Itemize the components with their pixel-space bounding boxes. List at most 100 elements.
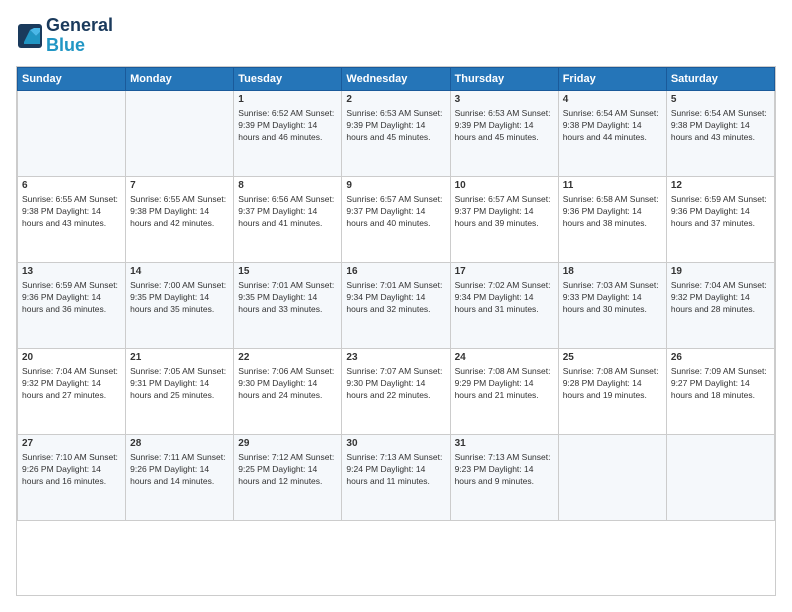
day-info: Sunrise: 7:06 AM Sunset: 9:30 PM Dayligh…: [238, 365, 337, 402]
day-cell: 27 Sunrise: 7:10 AM Sunset: 9:26 PM Dayli…: [18, 434, 126, 520]
day-cell: 7 Sunrise: 6:55 AM Sunset: 9:38 PM Daylig…: [126, 176, 234, 262]
day-number: 3: [455, 94, 554, 105]
day-number: 19: [671, 266, 770, 277]
day-number: 1: [238, 94, 337, 105]
day-number: 27: [22, 438, 121, 449]
day-number: 22: [238, 352, 337, 363]
day-info: Sunrise: 7:11 AM Sunset: 9:26 PM Dayligh…: [130, 451, 229, 488]
day-cell: 17 Sunrise: 7:02 AM Sunset: 9:34 PM Dayli…: [450, 262, 558, 348]
day-number: 9: [346, 180, 445, 191]
weekday-header-monday: Monday: [126, 67, 234, 90]
day-info: Sunrise: 7:01 AM Sunset: 9:35 PM Dayligh…: [238, 279, 337, 316]
day-number: 26: [671, 352, 770, 363]
day-info: Sunrise: 6:54 AM Sunset: 9:38 PM Dayligh…: [671, 107, 770, 144]
day-cell: 20 Sunrise: 7:04 AM Sunset: 9:32 PM Dayli…: [18, 348, 126, 434]
day-info: Sunrise: 6:58 AM Sunset: 9:36 PM Dayligh…: [563, 193, 662, 230]
week-row-2: 6 Sunrise: 6:55 AM Sunset: 9:38 PM Daylig…: [18, 176, 775, 262]
day-cell: 6 Sunrise: 6:55 AM Sunset: 9:38 PM Daylig…: [18, 176, 126, 262]
day-number: 15: [238, 266, 337, 277]
day-info: Sunrise: 6:55 AM Sunset: 9:38 PM Dayligh…: [22, 193, 121, 230]
day-cell: 12 Sunrise: 6:59 AM Sunset: 9:36 PM Dayli…: [666, 176, 774, 262]
day-cell: [558, 434, 666, 520]
day-info: Sunrise: 7:08 AM Sunset: 9:28 PM Dayligh…: [563, 365, 662, 402]
day-info: Sunrise: 7:08 AM Sunset: 9:29 PM Dayligh…: [455, 365, 554, 402]
header: General Blue: [16, 16, 776, 56]
day-number: 11: [563, 180, 662, 191]
day-info: Sunrise: 7:03 AM Sunset: 9:33 PM Dayligh…: [563, 279, 662, 316]
day-cell: 24 Sunrise: 7:08 AM Sunset: 9:29 PM Dayli…: [450, 348, 558, 434]
day-cell: 28 Sunrise: 7:11 AM Sunset: 9:26 PM Dayli…: [126, 434, 234, 520]
day-cell: 23Sunrise: 7:07 AM Sunset: 9:30 PM Dayli…: [342, 348, 450, 434]
day-cell: 29Sunrise: 7:12 AM Sunset: 9:25 PM Dayli…: [234, 434, 342, 520]
day-info: Sunrise: 7:04 AM Sunset: 9:32 PM Dayligh…: [22, 365, 121, 402]
day-number: 30: [346, 438, 445, 449]
week-row-3: 13 Sunrise: 6:59 AM Sunset: 9:36 PM Dayli…: [18, 262, 775, 348]
day-number: 5: [671, 94, 770, 105]
weekday-header-thursday: Thursday: [450, 67, 558, 90]
day-cell: 22 Sunrise: 7:06 AM Sunset: 9:30 PM Dayli…: [234, 348, 342, 434]
weekday-header-sunday: Sunday: [18, 67, 126, 90]
day-cell: 2 Sunrise: 6:53 AM Sunset: 9:39 PM Daylig…: [342, 90, 450, 176]
day-cell: 8Sunrise: 6:56 AM Sunset: 9:37 PM Daylig…: [234, 176, 342, 262]
day-cell: 4Sunrise: 6:54 AM Sunset: 9:38 PM Daylig…: [558, 90, 666, 176]
day-number: 14: [130, 266, 229, 277]
day-cell: 31 Sunrise: 7:13 AM Sunset: 9:23 PM Dayli…: [450, 434, 558, 520]
page: General Blue SundayMondayTuesdayWednesda…: [0, 0, 792, 612]
day-cell: 11 Sunrise: 6:58 AM Sunset: 9:36 PM Dayli…: [558, 176, 666, 262]
logo-icon: [16, 22, 44, 50]
day-cell: 21 Sunrise: 7:05 AM Sunset: 9:31 PM Dayli…: [126, 348, 234, 434]
day-info: Sunrise: 6:57 AM Sunset: 9:37 PM Dayligh…: [455, 193, 554, 230]
day-info: Sunrise: 6:59 AM Sunset: 9:36 PM Dayligh…: [671, 193, 770, 230]
weekday-row: SundayMondayTuesdayWednesdayThursdayFrid…: [18, 67, 775, 90]
day-info: Sunrise: 7:01 AM Sunset: 9:34 PM Dayligh…: [346, 279, 445, 316]
week-row-4: 20 Sunrise: 7:04 AM Sunset: 9:32 PM Dayli…: [18, 348, 775, 434]
day-cell: [18, 90, 126, 176]
day-cell: 14 Sunrise: 7:00 AM Sunset: 9:35 PM Dayli…: [126, 262, 234, 348]
day-info: Sunrise: 6:53 AM Sunset: 9:39 PM Dayligh…: [455, 107, 554, 144]
day-number: 20: [22, 352, 121, 363]
day-info: Sunrise: 7:13 AM Sunset: 9:23 PM Dayligh…: [455, 451, 554, 488]
day-number: 10: [455, 180, 554, 191]
weekday-header-tuesday: Tuesday: [234, 67, 342, 90]
day-cell: 16Sunrise: 7:01 AM Sunset: 9:34 PM Dayli…: [342, 262, 450, 348]
day-number: 24: [455, 352, 554, 363]
day-info: Sunrise: 6:53 AM Sunset: 9:39 PM Dayligh…: [346, 107, 445, 144]
weekday-header-saturday: Saturday: [666, 67, 774, 90]
logo-text: General Blue: [46, 16, 113, 56]
day-number: 23: [346, 352, 445, 363]
day-number: 28: [130, 438, 229, 449]
day-info: Sunrise: 7:05 AM Sunset: 9:31 PM Dayligh…: [130, 365, 229, 402]
day-number: 31: [455, 438, 554, 449]
day-info: Sunrise: 6:54 AM Sunset: 9:38 PM Dayligh…: [563, 107, 662, 144]
day-number: 21: [130, 352, 229, 363]
day-cell: 18Sunrise: 7:03 AM Sunset: 9:33 PM Dayli…: [558, 262, 666, 348]
day-number: 7: [130, 180, 229, 191]
day-number: 25: [563, 352, 662, 363]
logo: General Blue: [16, 16, 113, 56]
day-number: 13: [22, 266, 121, 277]
day-cell: 19Sunrise: 7:04 AM Sunset: 9:32 PM Dayli…: [666, 262, 774, 348]
day-number: 17: [455, 266, 554, 277]
day-info: Sunrise: 7:09 AM Sunset: 9:27 PM Dayligh…: [671, 365, 770, 402]
day-info: Sunrise: 6:59 AM Sunset: 9:36 PM Dayligh…: [22, 279, 121, 316]
week-row-1: 1Sunrise: 6:52 AM Sunset: 9:39 PM Daylig…: [18, 90, 775, 176]
day-info: Sunrise: 6:57 AM Sunset: 9:37 PM Dayligh…: [346, 193, 445, 230]
day-number: 12: [671, 180, 770, 191]
weekday-header-friday: Friday: [558, 67, 666, 90]
day-info: Sunrise: 7:00 AM Sunset: 9:35 PM Dayligh…: [130, 279, 229, 316]
day-cell: 30Sunrise: 7:13 AM Sunset: 9:24 PM Dayli…: [342, 434, 450, 520]
day-cell: 13 Sunrise: 6:59 AM Sunset: 9:36 PM Dayli…: [18, 262, 126, 348]
day-cell: 26 Sunrise: 7:09 AM Sunset: 9:27 PM Dayli…: [666, 348, 774, 434]
week-row-5: 27 Sunrise: 7:10 AM Sunset: 9:26 PM Dayli…: [18, 434, 775, 520]
day-info: Sunrise: 7:02 AM Sunset: 9:34 PM Dayligh…: [455, 279, 554, 316]
day-info: Sunrise: 7:10 AM Sunset: 9:26 PM Dayligh…: [22, 451, 121, 488]
day-number: 6: [22, 180, 121, 191]
calendar: SundayMondayTuesdayWednesdayThursdayFrid…: [16, 66, 776, 596]
day-cell: 10 Sunrise: 6:57 AM Sunset: 9:37 PM Dayli…: [450, 176, 558, 262]
day-cell: 5 Sunrise: 6:54 AM Sunset: 9:38 PM Daylig…: [666, 90, 774, 176]
day-cell: 9 Sunrise: 6:57 AM Sunset: 9:37 PM Daylig…: [342, 176, 450, 262]
day-cell: [126, 90, 234, 176]
calendar-body: 1Sunrise: 6:52 AM Sunset: 9:39 PM Daylig…: [18, 90, 775, 520]
day-info: Sunrise: 6:55 AM Sunset: 9:38 PM Dayligh…: [130, 193, 229, 230]
day-number: 2: [346, 94, 445, 105]
